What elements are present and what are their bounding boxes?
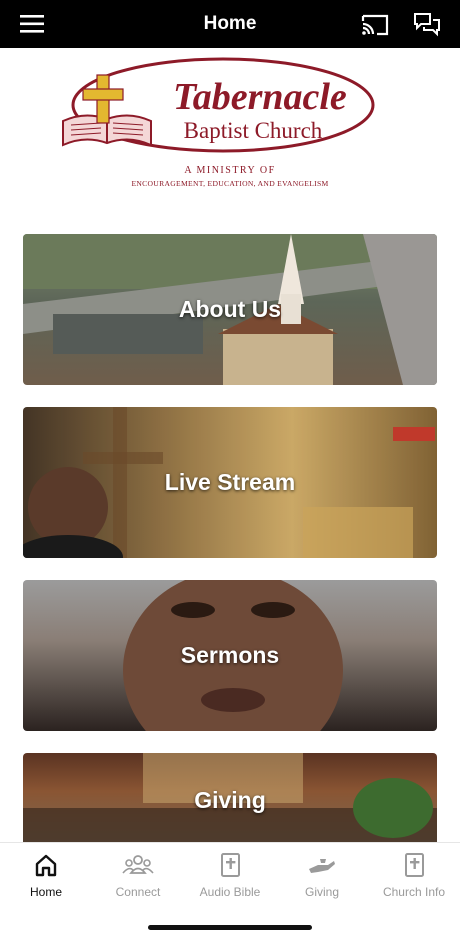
about-us-label: About Us [178,296,282,322]
logo-ministry-line: A MINISTRY OF [184,165,276,176]
church-info-icon [405,853,424,877]
nav-item-connect[interactable]: Connect [92,851,184,907]
nav-label-church-info: Church Info [382,885,446,899]
chat-bubbles-icon[interactable] [412,10,442,38]
nav-label-connect: Connect [115,885,161,899]
about-us-card[interactable]: About Us [23,234,437,385]
nav-label-giving: Giving [304,885,339,899]
logo-subtitle: Baptist Church [183,118,323,143]
people-icon [122,855,154,874]
logo-tagline: ENCOURAGEMENT, EDUCATION, AND EVANGELISM [131,179,329,188]
nav-label-home: Home [29,885,62,899]
top-app-bar: Home [0,0,460,48]
home-indicator-bar[interactable] [148,925,312,930]
live-stream-card[interactable]: Live Stream [23,407,437,558]
giving-label: Giving [194,787,266,813]
page-title: Home [203,13,257,34]
nav-label-audio-bible: Audio Bible [199,885,261,899]
home-icon [35,854,57,877]
giving-card[interactable]: Giving [23,753,437,848]
cast-icon[interactable] [360,10,390,38]
logo-title: Tabernacle [173,76,347,118]
nav-item-home[interactable]: Home [0,851,92,907]
sermons-label: Sermons [180,642,280,668]
sermons-card[interactable]: Sermons [23,580,437,731]
live-stream-label: Live Stream [164,469,296,495]
nav-item-audio-bible[interactable]: Audio Bible [184,851,276,907]
giving-hand-icon [309,859,335,873]
church-logo: Tabernacle Baptist Church A MINISTRY OF … [55,55,375,200]
nav-item-church-info[interactable]: Church Info [368,851,460,907]
bible-icon [221,853,240,877]
nav-item-giving[interactable]: Giving [276,851,368,907]
